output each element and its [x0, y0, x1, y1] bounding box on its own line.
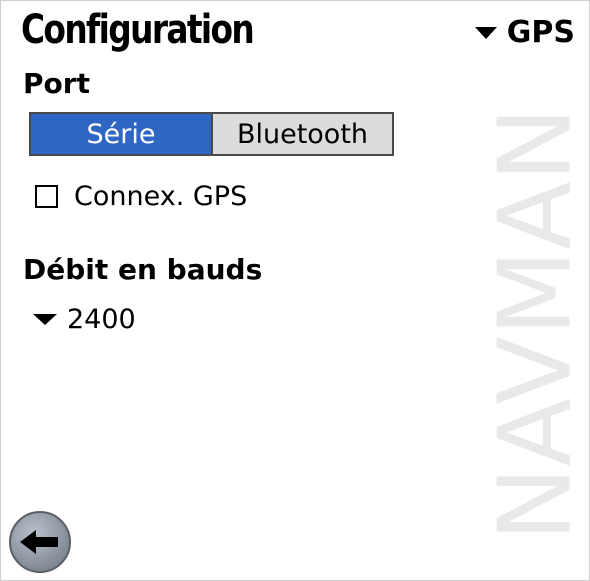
navman-watermark: NAVMAN — [482, 89, 588, 559]
triangle-down-icon — [474, 26, 497, 39]
port-option-bluetooth[interactable]: Bluetooth — [213, 114, 392, 154]
gps-menu-dropdown[interactable]: GPS — [474, 15, 575, 50]
watermark-text: NAVMAN — [482, 106, 588, 542]
gps-connection-checkbox[interactable] — [35, 185, 58, 208]
port-selector: Série Bluetooth — [29, 112, 394, 156]
port-label: Port — [23, 67, 90, 100]
baud-rate-dropdown[interactable]: 2400 — [33, 304, 136, 335]
triangle-down-icon — [33, 314, 57, 325]
gps-menu-label: GPS — [506, 15, 575, 50]
gps-connection-checkbox-row[interactable]: Connex. GPS — [35, 181, 247, 212]
configuration-screen: Configuration GPS NAVMAN Port Série Blue… — [0, 0, 590, 581]
port-option-serie[interactable]: Série — [31, 114, 213, 154]
back-arrow-icon — [20, 530, 58, 554]
baud-rate-value: 2400 — [67, 304, 136, 335]
gps-connection-label: Connex. GPS — [74, 181, 248, 212]
baud-rate-label: Débit en bauds — [23, 253, 263, 286]
page-title: Configuration — [21, 7, 255, 53]
back-button[interactable] — [9, 511, 71, 573]
